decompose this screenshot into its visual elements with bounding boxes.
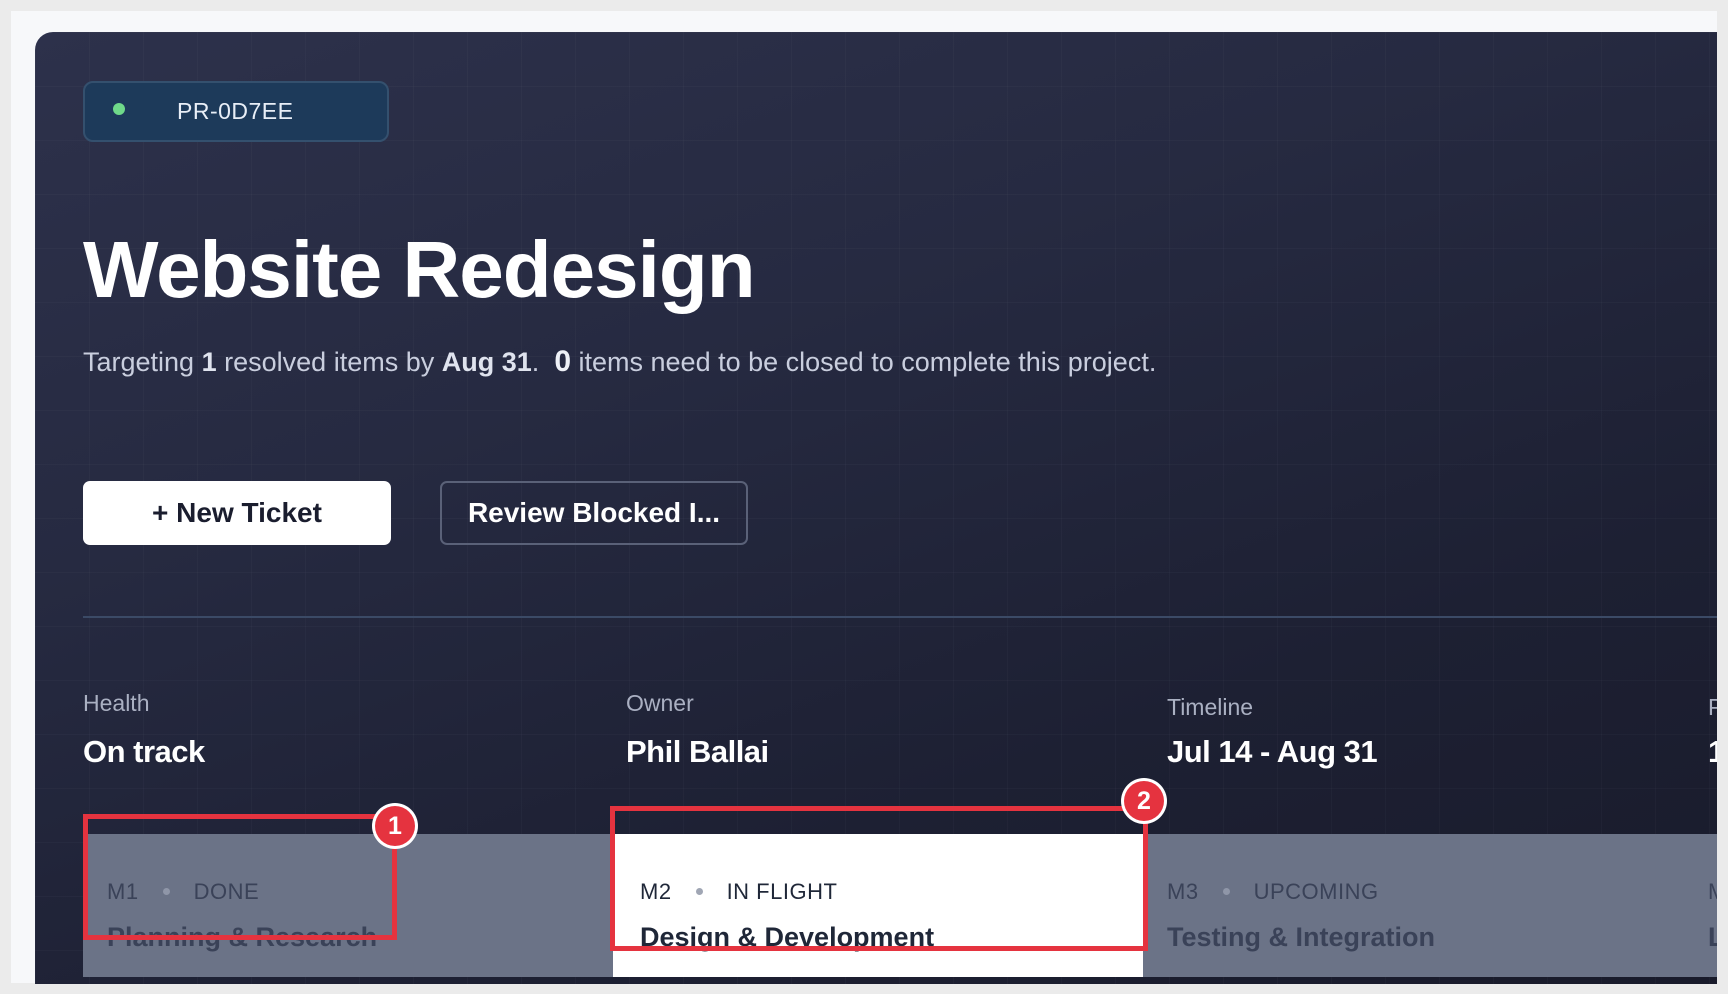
status-dot-icon xyxy=(113,102,125,115)
project-id-badge: PR-0D7EE xyxy=(83,81,389,142)
dot-separator-icon xyxy=(1222,887,1230,895)
summary-suffix: items need to be closed to complete this… xyxy=(578,347,1157,377)
milestone-m1-code-row: M1 DONE xyxy=(107,879,259,905)
annotation-marker-2: 2 xyxy=(1124,781,1164,821)
milestone-m1-name: Planning & Research xyxy=(107,922,378,952)
milestone-m2[interactable]: M2 IN FLIGHT Design & Development xyxy=(613,834,1143,977)
milestone-m2-code-row: M2 IN FLIGHT xyxy=(640,879,837,905)
timeline-label: Timeline xyxy=(1167,694,1254,720)
milestone-m1-status: DONE xyxy=(193,879,260,904)
milestone-m3-status: UPCOMING xyxy=(1253,879,1379,904)
review-blocked-button[interactable]: Review Blocked I... xyxy=(440,481,748,545)
resolved-count: 1 xyxy=(201,347,217,377)
health-value: On track xyxy=(83,734,205,769)
dot-separator-icon xyxy=(162,887,170,895)
project-summary: Targeting 1 resolved items by Aug 31. 0 … xyxy=(83,345,1156,379)
milestone-m4[interactable]: M4 La xyxy=(1673,834,1717,977)
milestone-m2-code: M2 xyxy=(640,879,672,904)
milestone-m4-code: M4 xyxy=(1708,879,1717,905)
milestone-m1-code: M1 xyxy=(107,879,139,904)
dot-separator-icon xyxy=(695,887,703,895)
annotation-marker-1: 1 xyxy=(375,806,415,846)
owner-value: Phil Ballai xyxy=(626,734,769,769)
new-ticket-button[interactable]: + New Ticket xyxy=(83,481,391,545)
timeline-value: Jul 14 - Aug 31 xyxy=(1167,734,1378,769)
plan-value: 1 xyxy=(1708,734,1717,769)
summary-middle: resolved items by xyxy=(224,347,435,377)
milestone-m1[interactable]: M1 DONE Planning & Research xyxy=(83,834,613,977)
milestone-m3-code-row: M3 UPCOMING xyxy=(1167,879,1379,905)
remaining-count: 0 xyxy=(554,345,571,378)
milestone-m3[interactable]: M3 UPCOMING Testing & Integration xyxy=(1143,834,1673,977)
project-id: PR-0D7EE xyxy=(177,98,294,124)
health-label: Health xyxy=(83,690,150,716)
summary-dot: . xyxy=(531,347,540,377)
plan-label: Pl xyxy=(1708,694,1717,720)
page-title: Website Redesign xyxy=(83,225,756,314)
summary-prefix: Targeting xyxy=(83,347,195,377)
milestone-strip: M1 DONE Planning & Research M2 IN FLIGHT D… xyxy=(83,834,1717,977)
milestone-m3-code: M3 xyxy=(1167,879,1199,904)
milestone-m3-name: Testing & Integration xyxy=(1167,922,1435,952)
target-date: Aug 31 xyxy=(441,347,532,377)
owner-label: Owner xyxy=(626,690,694,716)
project-header-card: PR-0D7EE Website Redesign Targeting 1 re… xyxy=(35,32,1717,984)
section-divider xyxy=(83,616,1717,618)
milestone-m4-name: La xyxy=(1708,922,1717,952)
milestone-m2-status: IN FLIGHT xyxy=(726,879,838,904)
milestone-m2-name: Design & Development xyxy=(640,922,935,952)
